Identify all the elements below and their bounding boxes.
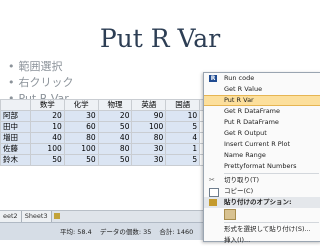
new-sheet-icon[interactable] (53, 213, 60, 219)
menu-separator (224, 222, 319, 223)
menu-section-paste-options: 貼り付けのオプション: (204, 197, 320, 208)
value-cell[interactable]: 10 (165, 110, 201, 122)
paste-clipboard-icon[interactable] (224, 209, 236, 220)
value-cell[interactable]: 20 (97, 110, 133, 122)
row-name-cell[interactable]: 佐藤 (0, 143, 31, 155)
value-cell[interactable]: 1 (165, 143, 201, 155)
value-cell[interactable]: 10 (29, 121, 65, 133)
menu-item-put-r-dataframe[interactable]: Put R DataFrame (204, 117, 320, 128)
value-cell[interactable]: 100 (63, 143, 99, 155)
bullet-item: • 範囲選択 (8, 60, 63, 73)
value-cell[interactable]: 30 (131, 143, 167, 155)
r-icon: R (209, 75, 217, 82)
value-cell[interactable]: 60 (63, 121, 99, 133)
table-row: 阿部 20 30 20 90 10 (0, 110, 230, 122)
value-cell[interactable]: 50 (97, 154, 133, 166)
row-name-cell[interactable]: 阿部 (0, 110, 31, 122)
scissors-icon: ✂ (209, 176, 215, 184)
value-cell[interactable]: 40 (29, 132, 65, 144)
value-cell[interactable]: 4 (165, 132, 201, 144)
value-cell[interactable]: 80 (63, 132, 99, 144)
bullet-item: • 右クリック (8, 76, 74, 89)
column-header[interactable] (0, 99, 31, 111)
row-name-cell[interactable]: 増田 (0, 132, 31, 144)
column-header[interactable]: 英語 (131, 99, 167, 111)
bullet-dot-icon: • (8, 60, 15, 73)
row-name-cell[interactable]: 田中 (0, 121, 31, 133)
menu-item-copy[interactable]: コピー(C) (204, 186, 320, 197)
value-cell[interactable]: 5 (165, 154, 201, 166)
menu-item-cut[interactable]: ✂ 切り取り(T) (204, 175, 320, 186)
column-header[interactable]: 数学 (29, 99, 65, 111)
sheet-tab[interactable]: Sheet3 (21, 211, 52, 222)
table-row: 佐藤 100 100 80 30 1 (0, 143, 230, 155)
value-cell[interactable]: 30 (63, 110, 99, 122)
value-cell[interactable]: 100 (29, 143, 65, 155)
sheet-tab[interactable]: eet2 (0, 211, 22, 222)
menu-item-put-r-var[interactable]: Put R Var (204, 95, 320, 106)
table-row: 増田 40 80 40 80 4 (0, 132, 230, 144)
row-name-cell[interactable]: 鈴木 (0, 154, 31, 166)
column-header[interactable]: 国語 (165, 99, 201, 111)
menu-item-get-r-output[interactable]: Get R Output (204, 128, 320, 139)
menu-item-name-range[interactable]: Name Range (204, 150, 320, 161)
menu-item-get-r-dataframe[interactable]: Get R DataFrame (204, 106, 320, 117)
value-cell[interactable]: 100 (131, 121, 167, 133)
context-menu: R Run code Get R Value Put R Var Get R Da… (203, 72, 320, 244)
status-average: 平均: 58.4 (60, 228, 92, 236)
value-cell[interactable]: 50 (97, 121, 133, 133)
value-cell[interactable]: 50 (29, 154, 65, 166)
sheet-tab-bar: eet2 Sheet3 (0, 210, 230, 222)
value-cell[interactable]: 40 (97, 132, 133, 144)
table-row: 田中 10 60 50 100 5 (0, 121, 230, 133)
menu-item-run-code[interactable]: R Run code (204, 73, 320, 84)
table-row: 鈴木 50 50 50 30 5 (0, 154, 230, 166)
menu-item-insert-r-plot[interactable]: Insert Current R Plot (204, 139, 320, 150)
value-cell[interactable]: 90 (131, 110, 167, 122)
menu-separator (224, 173, 319, 174)
menu-item-insert[interactable]: 挿入(I)... (204, 235, 320, 246)
bullet-dot-icon: • (8, 76, 15, 89)
value-cell[interactable]: 50 (63, 154, 99, 166)
value-cell[interactable]: 80 (97, 143, 133, 155)
column-header[interactable]: 物理 (97, 99, 133, 111)
value-cell[interactable]: 80 (131, 132, 167, 144)
column-header[interactable]: 化学 (63, 99, 99, 111)
value-cell[interactable]: 5 (165, 121, 201, 133)
value-cell[interactable]: 20 (29, 110, 65, 122)
status-count: データの個数: 35 (99, 228, 152, 236)
spreadsheet-screenshot: 数学 化学 物理 英語 国語 阿部 20 30 20 90 10 田中 10 6… (0, 99, 230, 240)
copy-icon (209, 188, 219, 197)
menu-item-get-r-value[interactable]: Get R Value (204, 84, 320, 95)
menu-item-paste-special[interactable]: 形式を選択して貼り付け(S)... (204, 224, 320, 235)
paste-option-row (204, 208, 320, 221)
slide-title: Put R Var (99, 24, 221, 53)
data-grid: 数学 化学 物理 英語 国語 阿部 20 30 20 90 10 田中 10 6… (0, 99, 230, 166)
status-bar: 平均: 58.4 データの個数: 35 合計: 1460 (0, 222, 230, 240)
header-row: 数学 化学 物理 英語 国語 (0, 99, 230, 111)
menu-item-prettyformat-numbers[interactable]: Prettyformat Numbers (204, 161, 320, 172)
value-cell[interactable]: 30 (131, 154, 167, 166)
paste-icon (209, 199, 217, 206)
status-sum: 合計: 1460 (159, 228, 194, 236)
